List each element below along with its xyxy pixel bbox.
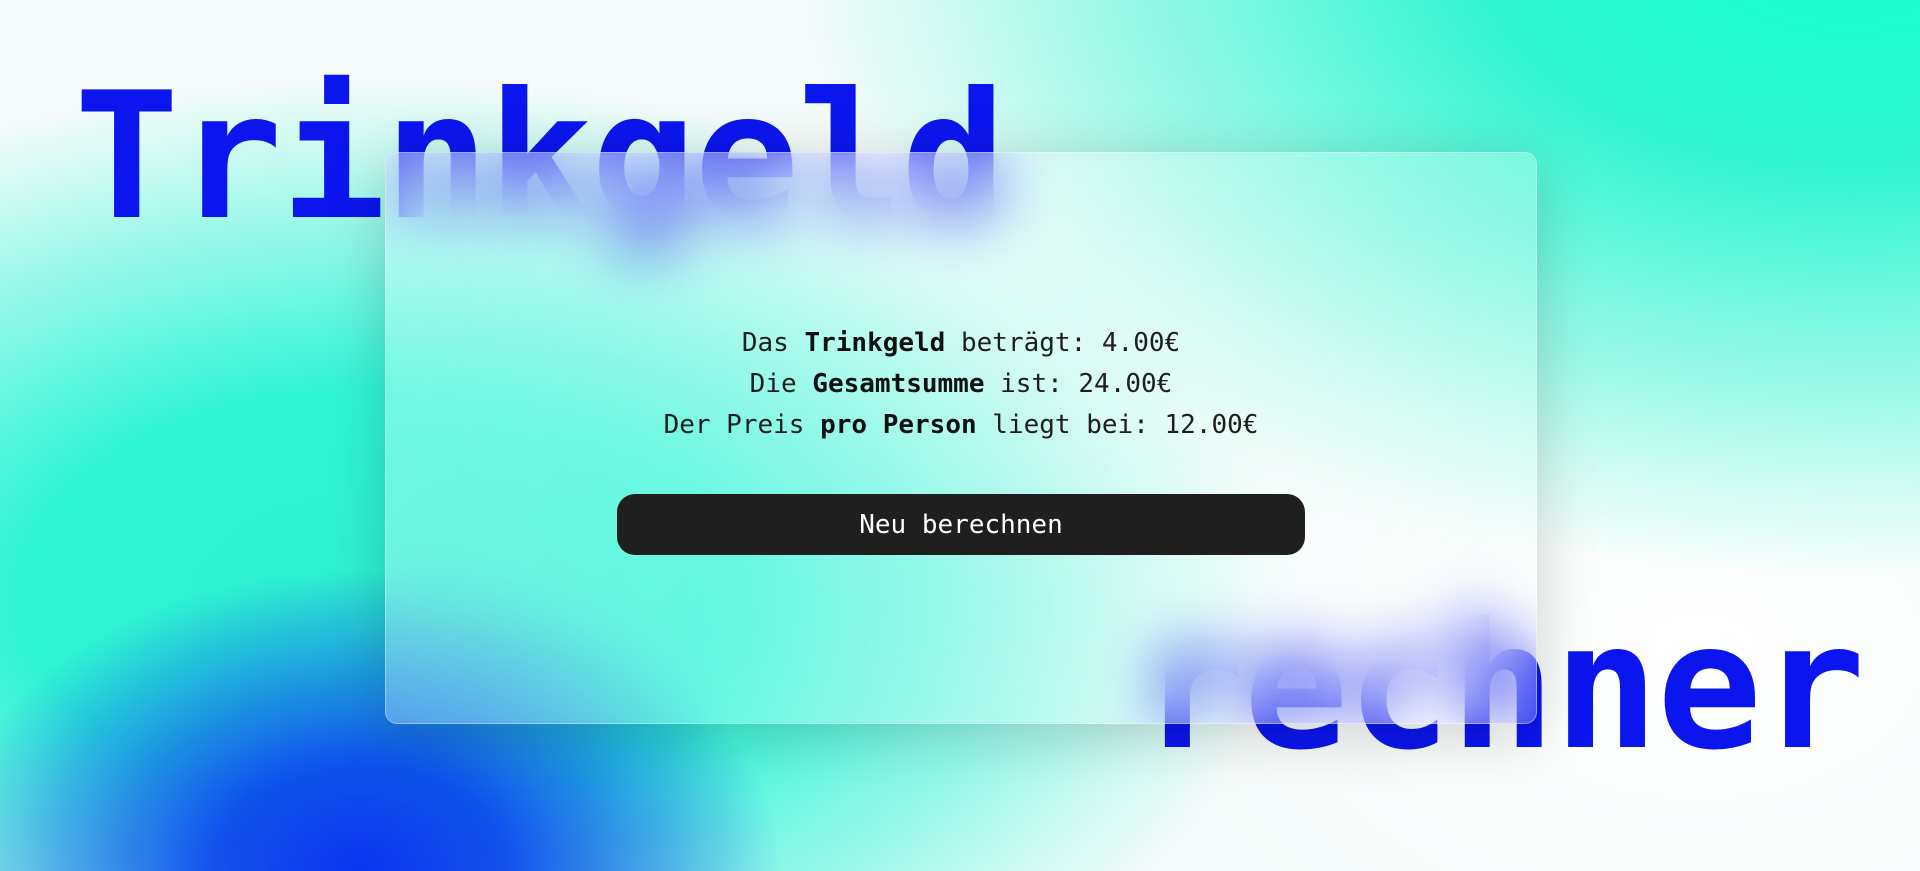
per-person-result-line: Der Preis pro Person liegt bei: 12.00€ bbox=[386, 405, 1536, 446]
result-card: Das Trinkgeld beträgt: 4.00€ Die Gesamts… bbox=[385, 152, 1537, 724]
total-suffix: ist: bbox=[984, 369, 1079, 399]
tip-suffix: beträgt: bbox=[945, 328, 1102, 358]
tip-value: 4.00€ bbox=[1101, 328, 1181, 358]
recalculate-button[interactable]: Neu berechnen bbox=[617, 494, 1305, 555]
results-block: Das Trinkgeld beträgt: 4.00€ Die Gesamts… bbox=[386, 323, 1536, 446]
tip-prefix: Das bbox=[741, 328, 805, 358]
total-prefix: Die bbox=[749, 369, 813, 399]
tip-result-line: Das Trinkgeld beträgt: 4.00€ bbox=[386, 323, 1536, 364]
total-result-line: Die Gesamtsumme ist: 24.00€ bbox=[386, 364, 1536, 405]
per-person-value: 12.00€ bbox=[1164, 410, 1259, 440]
per-person-keyword: pro Person bbox=[820, 410, 977, 440]
total-keyword: Gesamtsumme bbox=[812, 369, 985, 399]
per-person-prefix: Der Preis bbox=[663, 410, 821, 440]
per-person-suffix: liegt bei: bbox=[976, 410, 1165, 440]
total-value: 24.00€ bbox=[1078, 369, 1173, 399]
tip-keyword: Trinkgeld bbox=[804, 328, 946, 358]
